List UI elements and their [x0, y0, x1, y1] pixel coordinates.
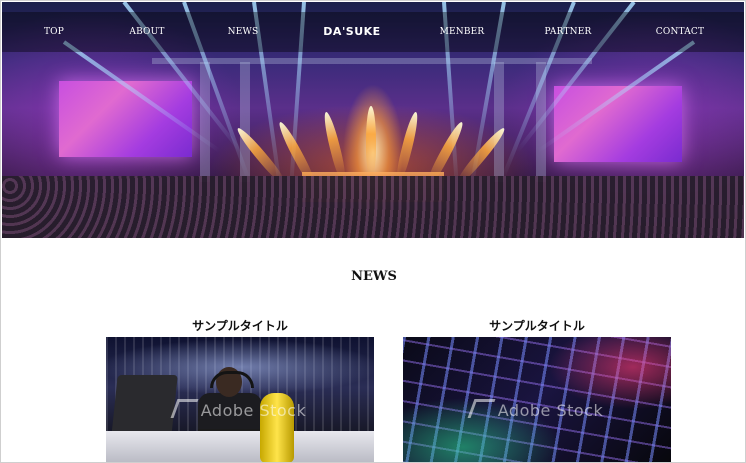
nav-item-contact[interactable]: CONTACT: [656, 12, 704, 52]
flame-effect: [321, 110, 348, 182]
nav-item-about[interactable]: ABOUT: [129, 12, 164, 52]
crowd: [2, 176, 744, 238]
stage-truss: [200, 62, 210, 182]
news-section-title: NEWS: [351, 269, 397, 284]
stock-watermark: Adobe Stock: [403, 399, 671, 420]
page-frame: TOP ABOUT NEWS DA'SUKE MENBER PARTNER CO…: [0, 0, 746, 463]
watermark-text: Adobe Stock: [200, 401, 307, 420]
flame-effect: [366, 106, 376, 176]
nav-item-top[interactable]: TOP: [44, 12, 64, 52]
news-card-image[interactable]: Adobe Stock: [403, 337, 671, 462]
news-card-title[interactable]: サンプルタイトル: [106, 317, 374, 334]
flame-effect: [394, 110, 421, 182]
adobe-stock-icon: [467, 399, 496, 418]
news-card-image[interactable]: Adobe Stock: [106, 337, 374, 462]
stage-truss: [152, 58, 592, 64]
stage-truss: [494, 62, 504, 182]
desk-shape: [106, 431, 374, 462]
nav-item-menber[interactable]: MENBER: [440, 12, 485, 52]
watermark-text: Adobe Stock: [497, 401, 604, 420]
news-card-title[interactable]: サンプルタイトル: [403, 317, 671, 334]
nav-item-news[interactable]: NEWS: [228, 12, 259, 52]
adobe-stock-icon: [170, 399, 199, 418]
nav-item-partner[interactable]: PARTNER: [545, 12, 592, 52]
headset-shape: [210, 371, 254, 388]
site-logo[interactable]: DA'SUKE: [323, 12, 380, 52]
top-navigation: TOP ABOUT NEWS DA'SUKE MENBER PARTNER CO…: [2, 12, 744, 52]
stock-watermark: Adobe Stock: [106, 399, 374, 420]
